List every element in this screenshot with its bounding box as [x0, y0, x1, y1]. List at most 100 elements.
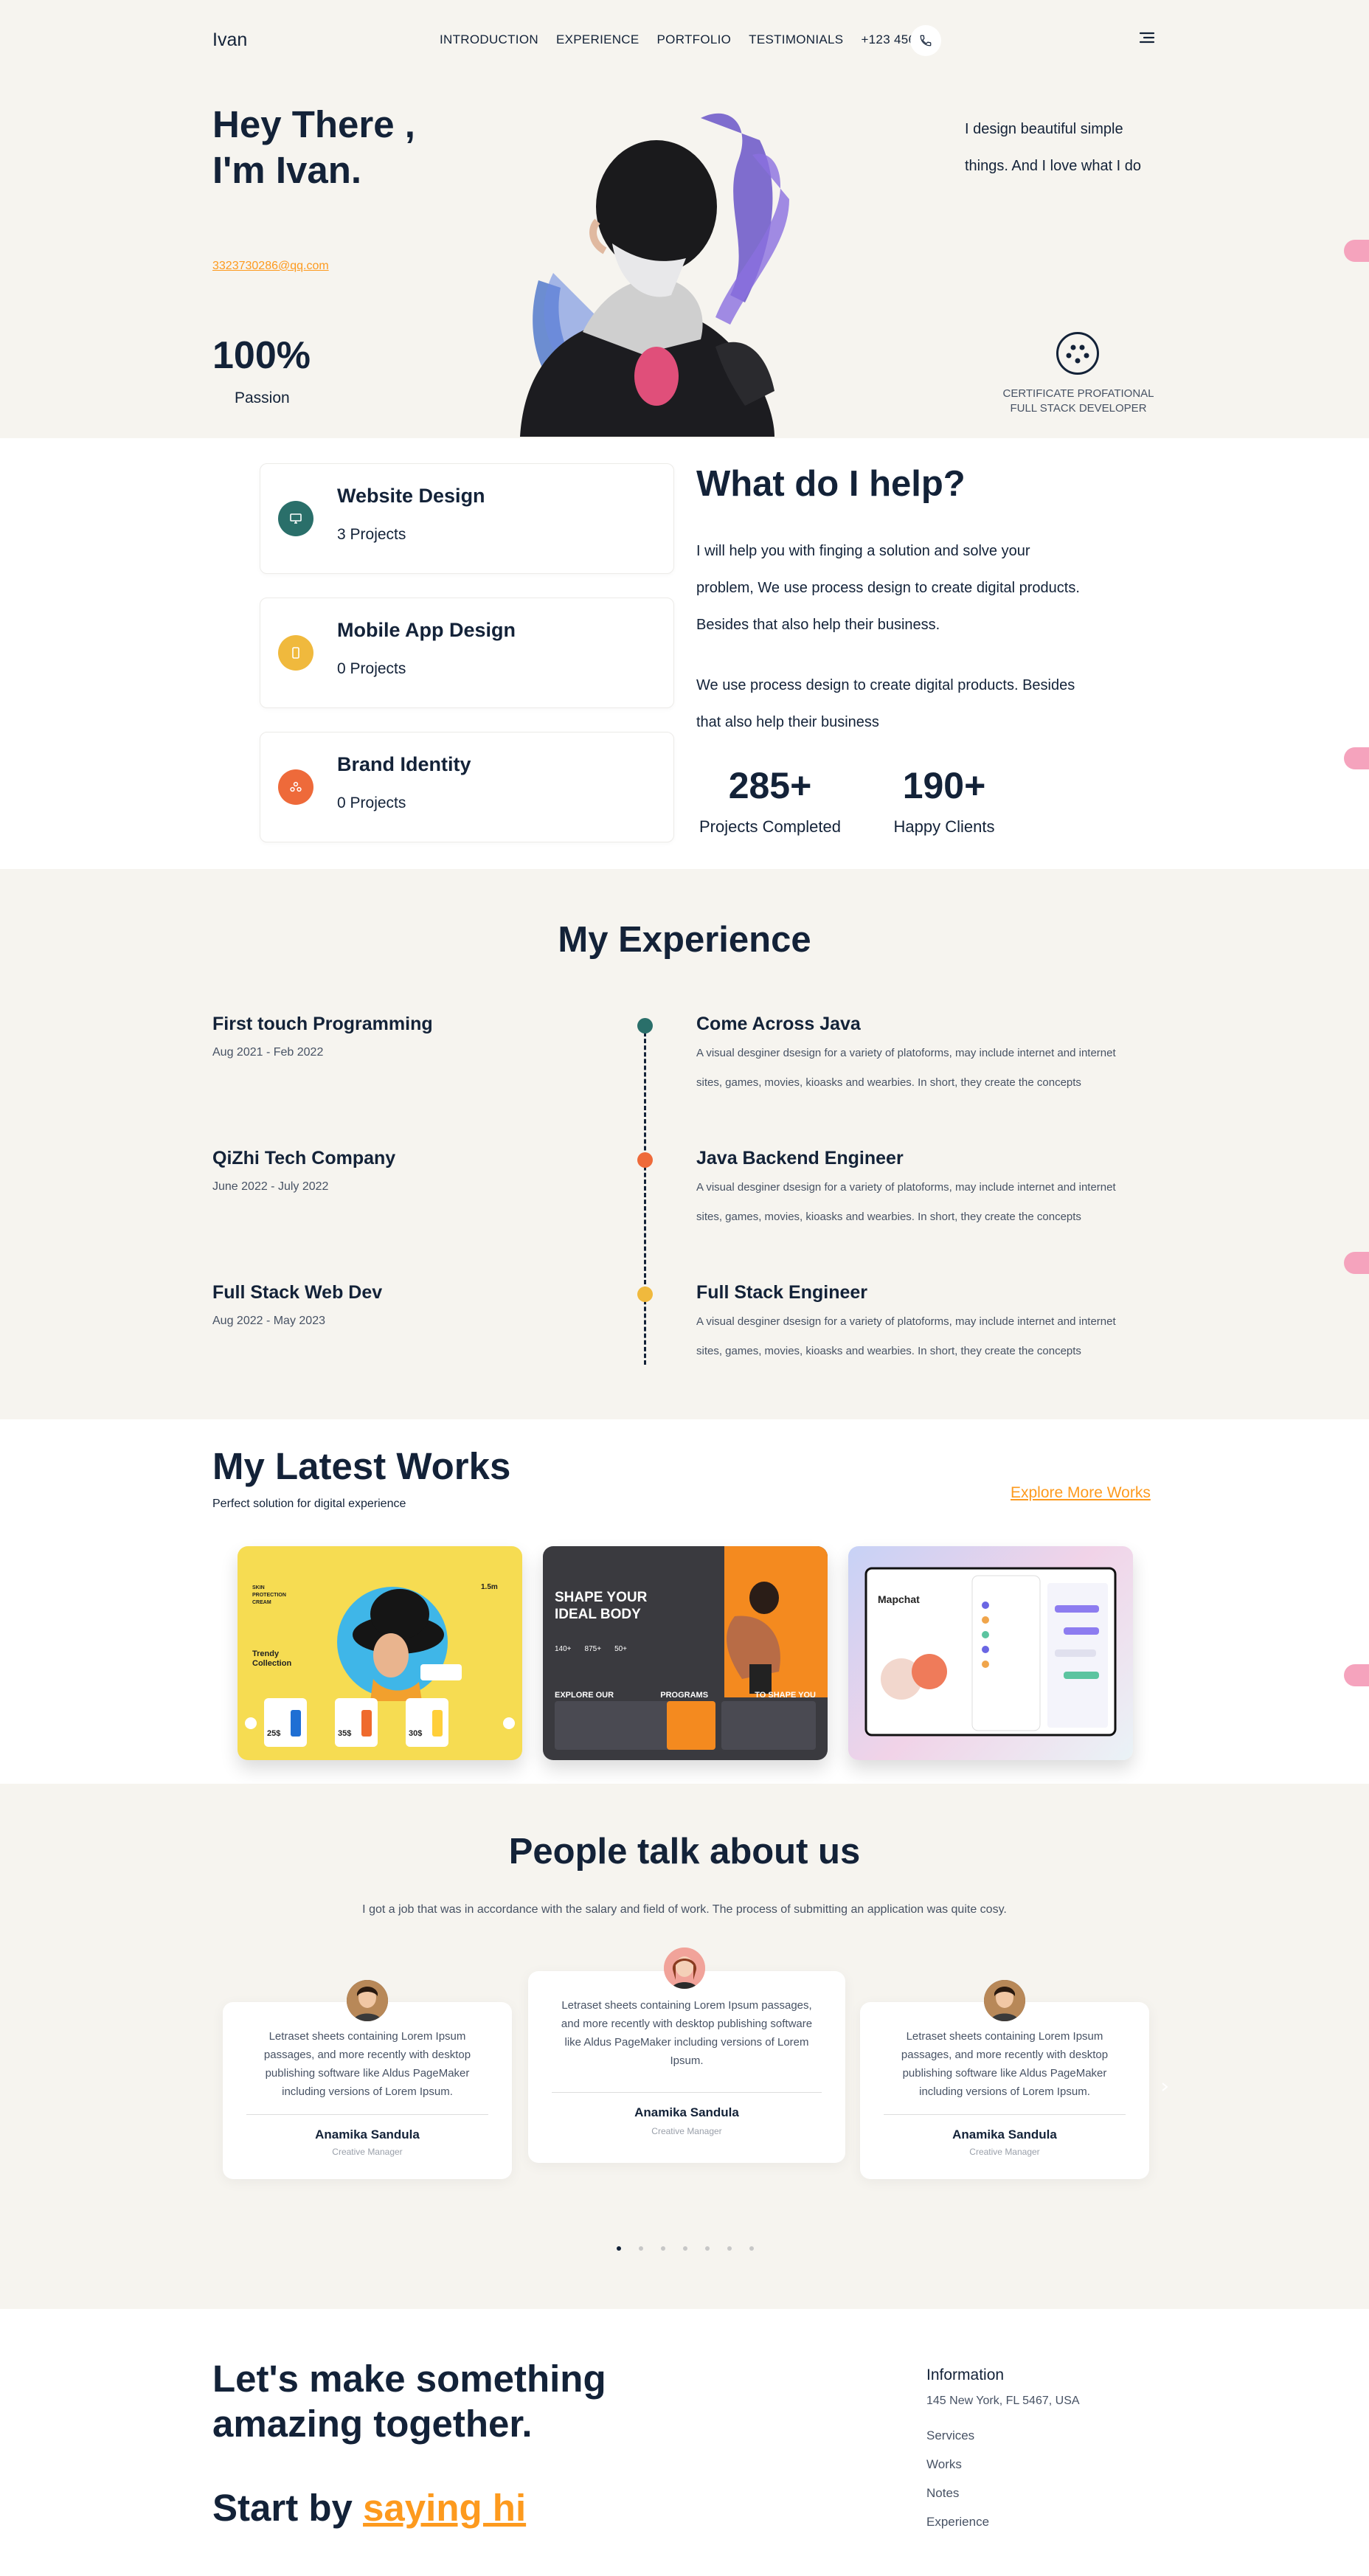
testimonials-subtitle: I got a job that was in accordance with … [362, 1903, 1007, 1916]
translate-icon[interactable] [1344, 240, 1369, 262]
experience-title: My Experience [558, 920, 811, 960]
divider [552, 2092, 822, 2093]
avatar [984, 1980, 1025, 2021]
experience-date: Aug 2022 - May 2023 [212, 1315, 325, 1327]
mobile-icon [278, 635, 313, 671]
carousel-dot[interactable] [749, 2246, 754, 2251]
experience-role: Full Stack Engineer [696, 1282, 868, 1303]
carousel-dot[interactable] [639, 2246, 643, 2251]
explore-more-works-link[interactable]: Explore More Works [1011, 1484, 1151, 1502]
experience-date: June 2022 - July 2022 [212, 1180, 329, 1193]
experience-description: A visual desginer dsesign for a variety … [696, 1047, 1116, 1089]
carousel-dot[interactable] [661, 2246, 665, 2251]
translate-icon[interactable] [1344, 747, 1369, 769]
testimonial-card: Letraset sheets containing Lorem Ipsum p… [223, 2002, 512, 2179]
translate-icon[interactable] [1344, 1252, 1369, 1274]
card1-price-1: 25$ [267, 1729, 281, 1738]
testimonial-name: Anamika Sandula [315, 2127, 420, 2142]
contact-section [0, 2309, 1369, 2576]
testimonial-text: Letraset sheets containing Lorem Ipsum p… [901, 2030, 1109, 2098]
carousel-next-icon[interactable] [1160, 2082, 1170, 2092]
experience-description: A visual desginer dsesign for a variety … [696, 1315, 1116, 1357]
happy-clients-label: Happy Clients [893, 817, 995, 836]
menu-icon[interactable] [1139, 31, 1155, 46]
footer-link-notes[interactable]: Notes [926, 2486, 959, 2501]
nav-experience[interactable]: EXPERIENCE [556, 32, 640, 47]
happy-clients-value: 190+ [902, 765, 986, 806]
brand-icon [278, 769, 313, 805]
card1-price-2: 35$ [338, 1729, 352, 1738]
card2-stat-2: 875+ [584, 1645, 602, 1653]
timeline-dot [637, 1018, 653, 1033]
service-title: Website Design [337, 485, 485, 507]
avatar [347, 1980, 388, 2021]
service-card-mobile[interactable]: Mobile App Design 0 Projects [260, 598, 674, 708]
services-section [0, 438, 1369, 869]
card1-line2: PROTECTION [252, 1593, 286, 1598]
contact-start: Start by saying hi [212, 2486, 526, 2530]
testimonial-text: Letraset sheets containing Lorem Ipsum p… [561, 1999, 813, 2067]
card1-price-3: 30$ [409, 1729, 423, 1738]
card2-row-2: PROGRAMS [660, 1691, 709, 1700]
projects-completed-value: 285+ [728, 765, 812, 806]
footer-link-works[interactable]: Works [926, 2457, 962, 2472]
testimonial-role: Creative Manager [969, 2147, 1040, 2157]
carousel-dot[interactable] [727, 2246, 732, 2251]
card2-stat-1: 140+ [555, 1645, 572, 1653]
card3-title: Mapchat [878, 1593, 920, 1605]
card1-line3: CREAM [252, 1600, 271, 1605]
testimonials-title: People talk about us [508, 1832, 861, 1872]
card1-line1: SKIN [252, 1585, 265, 1590]
saying-hi-link[interactable]: saying hi [363, 2487, 526, 2529]
testimonial-card: Letraset sheets containing Lorem Ipsum p… [860, 2002, 1149, 2179]
work-card-skincare[interactable]: SKIN PROTECTION CREAM Trendy Collection … [238, 1546, 522, 1760]
passion-stat-value: 100% [212, 334, 311, 377]
certificate-text: CERTIFICATE PROFATIONAL FULL STACK DEVEL… [1002, 387, 1154, 415]
passion-stat-label: Passion [235, 389, 290, 406]
experience-company: QiZhi Tech Company [212, 1148, 396, 1168]
hero-email-link[interactable]: 3323730286@qq.com [212, 260, 329, 273]
carousel-dot[interactable] [705, 2246, 710, 2251]
testimonial-name: Anamika Sandula [952, 2127, 1057, 2142]
hero-title: Hey There , I'm Ivan. [212, 103, 415, 191]
work-card-fitness[interactable]: SHAPE YOUR IDEAL BODY 140+ 875+ 50+ EXPL… [543, 1546, 828, 1760]
carousel-dot[interactable] [683, 2246, 687, 2251]
card2-row-3: TO SHAPE YOU [755, 1691, 816, 1700]
site-logo[interactable]: Ivan [212, 30, 247, 51]
monitor-icon [278, 501, 313, 536]
footer-link-experience[interactable]: Experience [926, 2515, 989, 2530]
service-title: Mobile App Design [337, 619, 516, 641]
hero-portrait [509, 96, 863, 437]
service-card-website[interactable]: Website Design 3 Projects [260, 463, 674, 574]
help-title: What do I help? [696, 464, 966, 504]
work-card-mapchat[interactable]: Mapchat [848, 1546, 1133, 1760]
experience-role: Come Across Java [696, 1014, 861, 1034]
certificate-icon [1056, 332, 1099, 375]
help-paragraph-1: I will help you with finging a solution … [696, 543, 1080, 633]
card2-row-1: EXPLORE OUR [555, 1691, 614, 1700]
service-card-brand[interactable]: Brand Identity 0 Projects [260, 732, 674, 842]
help-paragraph-2: We use process design to create digital … [696, 677, 1075, 730]
timeline-line [644, 1025, 646, 1365]
works-title: My Latest Works [212, 1445, 511, 1487]
phone-icon[interactable] [910, 25, 941, 56]
testimonial-role: Creative Manager [651, 2126, 722, 2136]
info-title: Information [926, 2366, 1005, 2383]
nav-portfolio[interactable]: PORTFOLIO [657, 32, 732, 47]
experience-company: First touch Programming [212, 1014, 433, 1034]
carousel-dot-active[interactable] [617, 2246, 621, 2251]
info-address: 145 New York, FL 5467, USA [926, 2395, 1080, 2407]
divider [884, 2114, 1126, 2115]
contact-title: Let's make something amazing together. [212, 2358, 606, 2445]
service-projects: 3 Projects [337, 526, 406, 543]
nav-introduction[interactable]: INTRODUCTION [440, 32, 538, 47]
nav-testimonials[interactable]: TESTIMONIALS [749, 32, 843, 47]
card1-price: 1.5m [481, 1583, 498, 1591]
service-projects: 0 Projects [337, 660, 406, 677]
footer-link-services[interactable]: Services [926, 2428, 974, 2443]
divider [246, 2114, 488, 2115]
translate-icon[interactable] [1344, 1664, 1369, 1686]
start-text: Start by [212, 2487, 353, 2529]
card2-line2: IDEAL BODY [555, 1607, 641, 1622]
hero-tagline: I design beautiful simple things. And I … [965, 121, 1142, 174]
